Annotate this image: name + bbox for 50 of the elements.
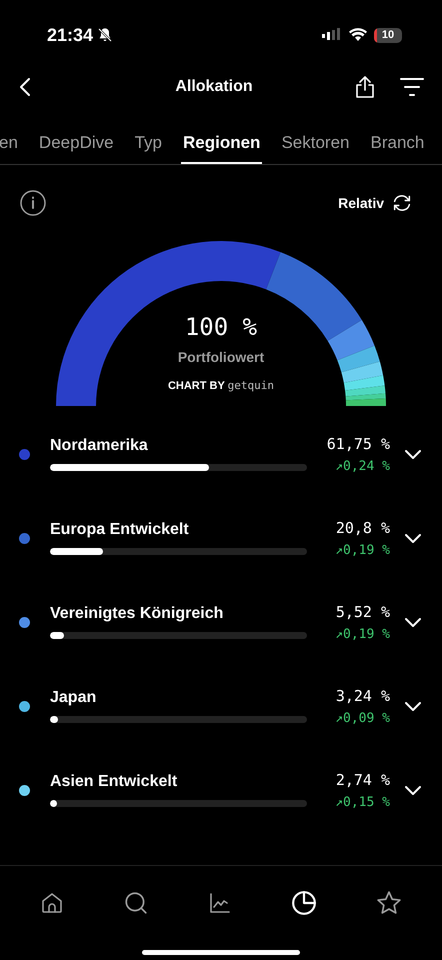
region-share: 61,75 % (326, 434, 390, 452)
expand-button[interactable] (404, 448, 422, 460)
region-name: Nordamerika (50, 437, 149, 455)
region-name: Japan (50, 689, 98, 707)
nav-button[interactable] (40, 891, 64, 915)
total-percentage: 100 % (184, 313, 258, 341)
gauge-caption: Portfoliowert (178, 349, 264, 365)
region-share: 5,52 % (336, 602, 390, 620)
wifi-icon (349, 28, 367, 42)
signal-icon (322, 28, 342, 42)
line-chart-icon (208, 891, 232, 915)
region-share: 3,24 % (336, 686, 390, 704)
relative-toggle[interactable]: Relativ (338, 194, 412, 212)
nav-button[interactable] (208, 891, 232, 915)
info-button[interactable] (20, 190, 46, 216)
region-name: Vereinigtes Königreich (50, 605, 224, 623)
muted-bell-icon (97, 27, 114, 43)
nav-button[interactable] (122, 890, 149, 916)
search-icon (122, 890, 149, 916)
nav-button[interactable] (376, 890, 402, 916)
tab[interactable]: en (0, 119, 20, 164)
region-name: Asien Entwickelt (50, 773, 178, 791)
tab[interactable]: Regionen (180, 119, 262, 164)
tab[interactable]: Typ (132, 119, 164, 164)
nav-button[interactable] (291, 890, 318, 916)
tab[interactable]: Branch (368, 119, 426, 164)
page-title: Allokation (175, 78, 253, 96)
clock-time: 21:34 (47, 24, 94, 46)
expand-button[interactable] (404, 616, 422, 628)
chart-credit: CHART BY getquin (168, 379, 274, 392)
region-name: Europa Entwickelt (50, 521, 190, 539)
pie-chart-icon (291, 890, 318, 916)
home-icon (40, 891, 64, 915)
expand-button[interactable] (404, 532, 422, 544)
filter-button[interactable] (400, 77, 424, 97)
tab[interactable]: Sektoren (279, 119, 352, 164)
share-change: ↗0,09 % (335, 710, 390, 726)
share-change: ↗0,24 % (335, 458, 390, 474)
share-change: ↗0,15 % (335, 794, 390, 810)
expand-button[interactable] (404, 700, 422, 712)
region-share: 20,8 % (336, 518, 390, 536)
share-button[interactable] (354, 75, 376, 99)
expand-button[interactable] (404, 784, 422, 796)
share-change: ↗0,19 % (335, 626, 390, 642)
share-change: ↗0,19 % (335, 542, 390, 558)
star-icon (376, 890, 402, 916)
region-share: 2,74 % (336, 770, 390, 788)
refresh-icon (392, 194, 412, 212)
tab[interactable]: DeepDive (36, 119, 116, 164)
battery-indicator: 10 (374, 28, 402, 42)
